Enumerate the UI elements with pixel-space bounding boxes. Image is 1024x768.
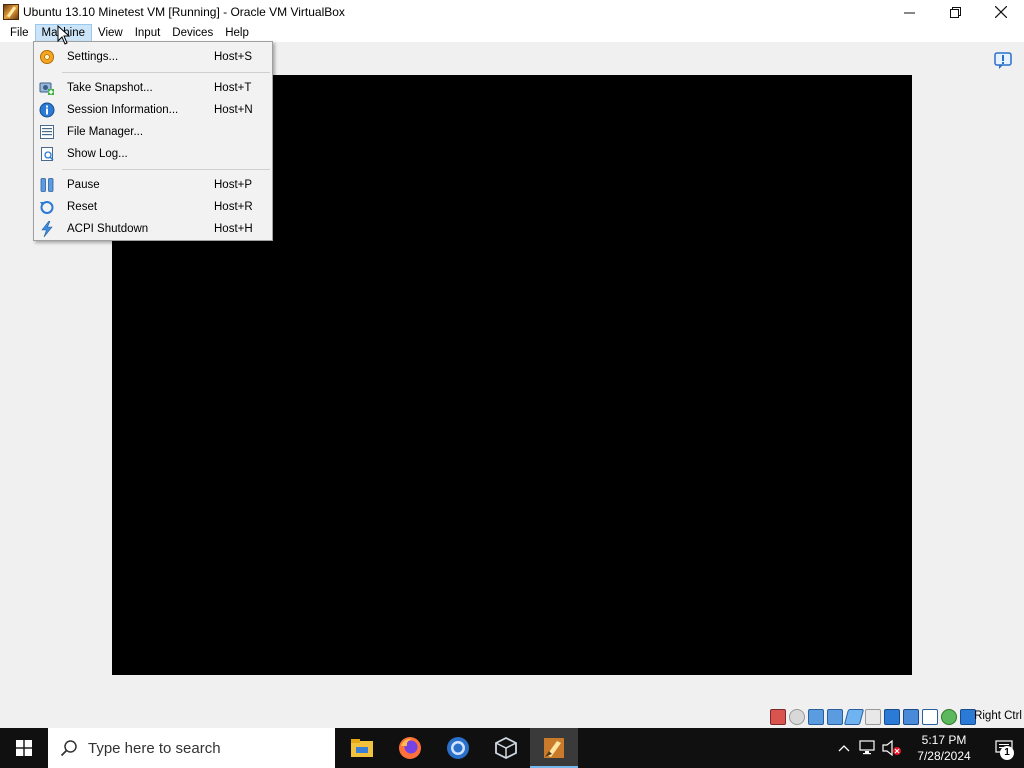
title-bar: Ubuntu 13.10 Minetest VM [Running] - Ora… — [0, 0, 1024, 24]
system-tray: 5:17 PM 7/28/2024 1 — [832, 728, 1024, 768]
menu-item-shortcut: Host+T — [214, 82, 252, 94]
snapshot-icon — [39, 80, 55, 96]
firefox-icon — [399, 737, 421, 759]
menu-item-label: Take Snapshot... — [67, 82, 153, 94]
optical-drive-status-icon[interactable] — [789, 709, 805, 725]
status-indicators — [770, 709, 976, 725]
message-notification-icon[interactable] — [994, 52, 1012, 70]
menu-item-label: Pause — [67, 179, 100, 191]
pause-icon — [39, 177, 55, 193]
menu-item-reset[interactable]: Reset Host+R — [34, 196, 272, 218]
tray-network[interactable] — [856, 728, 880, 768]
menu-item-shortcut: Host+P — [214, 179, 253, 191]
menu-help[interactable]: Help — [219, 24, 255, 42]
menu-item-settings[interactable]: Settings... Host+S — [34, 46, 272, 68]
notification-count-badge: 1 — [1000, 746, 1014, 760]
network-icon — [859, 740, 875, 755]
taskbar-virtualbox-vm[interactable] — [530, 728, 578, 768]
menu-separator — [62, 169, 270, 170]
menu-input[interactable]: Input — [129, 24, 167, 42]
menu-item-acpi-shutdown[interactable]: ACPI Shutdown Host+H — [34, 218, 272, 240]
reset-icon — [39, 199, 55, 215]
start-button[interactable] — [0, 728, 48, 768]
menu-item-session-information[interactable]: Session Information... Host+N — [34, 99, 272, 121]
video-capture-status-icon[interactable] — [903, 709, 919, 725]
menu-item-label: ACPI Shutdown — [67, 223, 149, 235]
menu-separator — [62, 72, 270, 73]
menu-item-shortcut: Host+R — [214, 201, 253, 213]
menu-item-label: Session Information... — [67, 104, 179, 116]
hard-disk-status-icon[interactable] — [770, 709, 786, 725]
virtualbox-vm-icon — [544, 738, 564, 758]
chrome-icon — [447, 737, 469, 759]
search-placeholder: Type here to search — [88, 739, 221, 757]
file-manager-icon — [39, 124, 55, 140]
window-title: Ubuntu 13.10 Minetest VM [Running] - Ora… — [23, 5, 345, 19]
taskbar-clock[interactable]: 5:17 PM 7/28/2024 — [904, 732, 984, 764]
maximize-button[interactable] — [932, 0, 978, 24]
menu-devices[interactable]: Devices — [166, 24, 219, 42]
menu-item-shortcut: Host+H — [214, 223, 253, 235]
mouse-integration-status-icon[interactable] — [941, 709, 957, 725]
volume-muted-icon — [882, 740, 901, 756]
taskbar-firefox[interactable] — [386, 728, 434, 768]
tray-volume[interactable] — [880, 728, 904, 768]
log-icon — [39, 146, 55, 162]
virtualbox-app-icon[interactable] — [3, 4, 19, 20]
menu-item-shortcut: Host+S — [214, 51, 253, 63]
mouse-cursor-icon — [57, 25, 71, 45]
virtualbox-icon — [495, 736, 517, 760]
taskbar-search-box[interactable]: Type here to search — [48, 728, 335, 768]
shared-folders-status-icon[interactable] — [865, 709, 881, 725]
search-icon — [60, 740, 77, 757]
minimize-button[interactable] — [886, 0, 932, 24]
windows-taskbar: Type here to search 5:17 PM 7/28/2024 1 — [0, 728, 1024, 768]
machine-menu-dropdown: Settings... Host+S Take Snapshot... Host… — [33, 41, 273, 241]
menu-item-show-log[interactable]: Show Log... — [34, 143, 272, 165]
close-icon — [995, 6, 1007, 18]
menu-file[interactable]: File — [4, 24, 35, 42]
restore-icon — [949, 6, 961, 18]
taskbar-virtualbox-manager[interactable] — [482, 728, 530, 768]
menu-item-shortcut: Host+N — [214, 104, 253, 116]
window-controls — [886, 0, 1024, 24]
menu-item-label: File Manager... — [67, 126, 144, 138]
audio-status-icon[interactable] — [808, 709, 824, 725]
menu-item-label: Show Log... — [67, 148, 128, 160]
menu-view[interactable]: View — [92, 24, 129, 42]
menu-item-file-manager[interactable]: File Manager... — [34, 121, 272, 143]
display-status-icon[interactable] — [884, 709, 900, 725]
close-button[interactable] — [978, 0, 1024, 24]
acpi-shutdown-icon — [39, 221, 55, 237]
minimize-icon — [903, 12, 915, 13]
clock-date: 7/28/2024 — [917, 749, 971, 763]
action-center-button[interactable]: 1 — [984, 728, 1024, 768]
file-explorer-icon — [351, 739, 373, 757]
info-icon — [39, 102, 55, 118]
taskbar-chrome[interactable] — [434, 728, 482, 768]
host-key-label: Right Ctrl — [974, 710, 1022, 722]
usb-status-icon[interactable] — [843, 709, 865, 725]
menu-item-pause[interactable]: Pause Host+P — [34, 174, 272, 196]
clock-time: 5:17 PM — [921, 733, 967, 747]
network-status-icon[interactable] — [827, 709, 843, 725]
tray-overflow-button[interactable] — [832, 728, 856, 768]
windows-logo-icon — [16, 740, 32, 756]
menu-item-label: Settings... — [67, 51, 119, 63]
chevron-up-icon — [838, 745, 850, 752]
vm-status-bar: Right Ctrl — [0, 706, 1024, 728]
vt-x-status-icon[interactable] — [922, 709, 938, 725]
menu-bar: File Machine View Input Devices Help — [0, 24, 1024, 42]
taskbar-file-explorer[interactable] — [338, 728, 386, 768]
gear-icon — [39, 49, 55, 65]
menu-item-label: Reset — [67, 201, 98, 213]
menu-item-take-snapshot[interactable]: Take Snapshot... Host+T — [34, 77, 272, 99]
